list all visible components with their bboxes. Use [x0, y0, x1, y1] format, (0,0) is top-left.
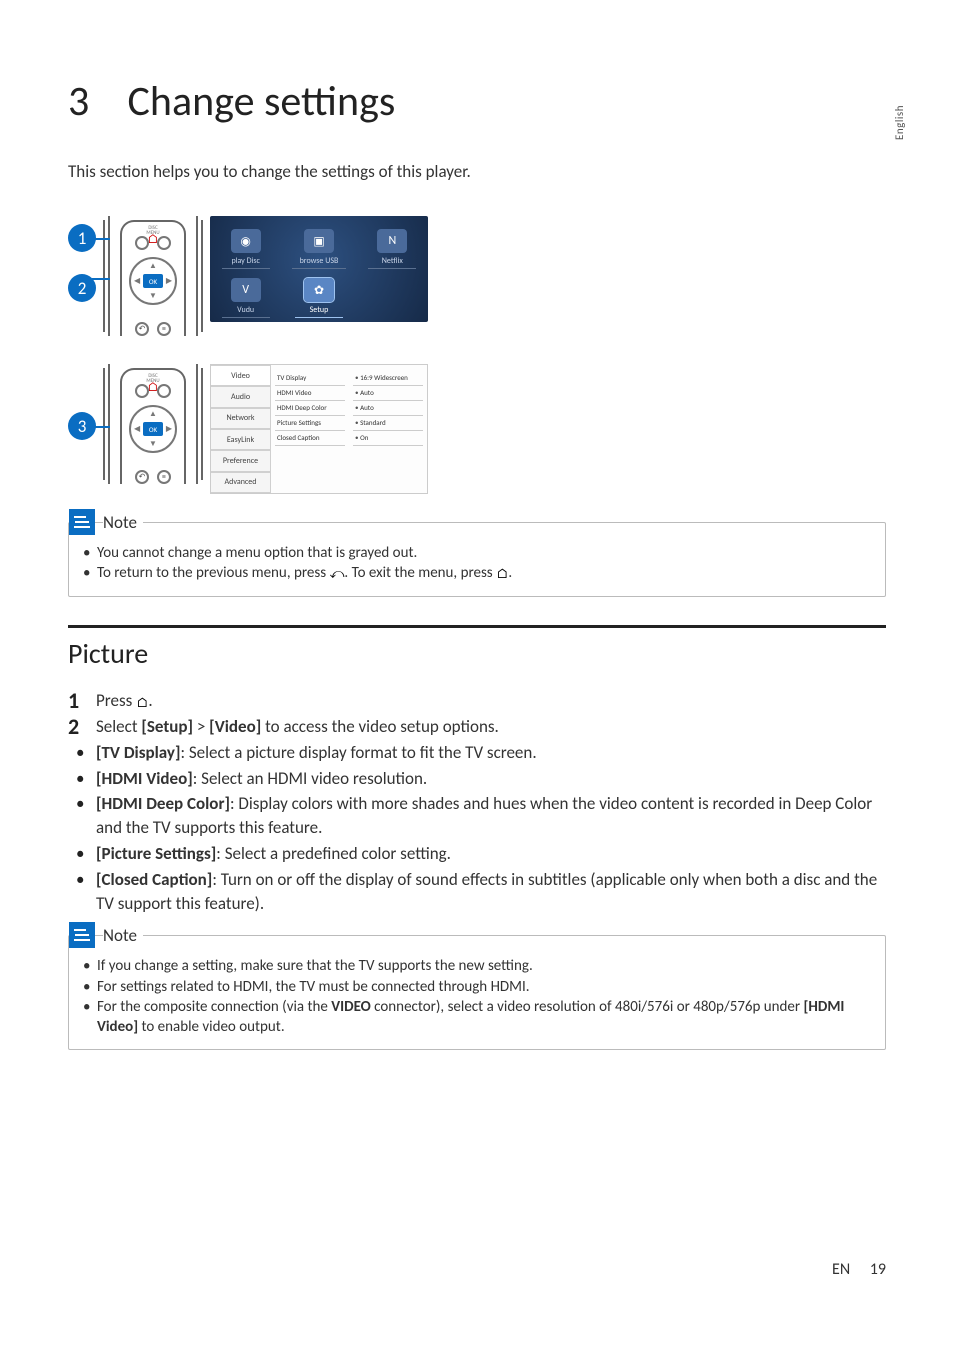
home-icon: ⌂ — [496, 565, 508, 582]
note-item: To return to the previous menu, press ⤺.… — [83, 563, 871, 584]
options-icon: ≡ — [157, 322, 171, 336]
settings-option: HDMI Deep Color — [275, 401, 345, 416]
step-item: [HDMI Deep Color]: Display colors with m… — [68, 792, 886, 840]
settings-option: HDMI Video — [275, 386, 345, 401]
remote-diagram: DISCMENU ⌂ ↶ ≡ ▲ ▼ ◀ ▶ — [108, 216, 198, 336]
settings-tab-audio: Audio — [211, 386, 271, 407]
section-title-picture: Picture — [68, 636, 886, 671]
settings-value: 16:9 Widescreen — [353, 371, 423, 386]
figure-step-3: 3 DISCMENU ⌂ ↶ ≡ ▲ ▼ ◀ ▶ VideoAudioNetwo… — [68, 364, 886, 494]
figure-steps-1-2: 1 2 DISCMENU ⌂ ↶ ≡ ▲ ▼ ◀ ▶ ◉play Disc▣b — [68, 216, 886, 336]
home-icon: ⌂ — [136, 694, 148, 711]
note-item: You cannot change a menu option that is … — [83, 543, 871, 563]
note-item: For settings related to HDMI, the TV mus… — [83, 977, 871, 997]
chapter-title: Change settings — [128, 76, 396, 127]
chapter-heading: 3 Change settings — [68, 76, 886, 127]
back-icon: ↶ — [135, 322, 149, 336]
note-box-2: Note If you change a setting, make sure … — [68, 935, 886, 1050]
step-item: [HDMI Video]: Select an HDMI video resol… — [68, 767, 886, 791]
page-footer: EN 19 — [832, 1260, 886, 1279]
step-item: 1Press ⌂. — [68, 689, 886, 713]
settings-screen: VideoAudioNetworkEasyLinkPreferenceAdvan… — [210, 364, 428, 494]
settings-tab-easylink: EasyLink — [211, 429, 271, 450]
settings-option: Picture Settings — [275, 416, 345, 431]
settings-option: Closed Caption — [275, 431, 345, 446]
settings-value: On — [353, 431, 423, 446]
home-tile-vudu: VVudu — [216, 278, 275, 318]
note-title: Note — [103, 512, 143, 533]
settings-tab-advanced: Advanced — [211, 472, 271, 493]
step-item: 2Select [Setup] > [Video] to access the … — [68, 715, 886, 739]
note-box-1: Note You cannot change a menu option tha… — [68, 522, 886, 597]
note-icon — [69, 922, 95, 948]
intro-text: This section helps you to change the set… — [68, 161, 886, 182]
language-tab: English — [893, 105, 906, 140]
settings-value: Auto — [353, 401, 423, 416]
footer-page: 19 — [870, 1260, 886, 1279]
note-item: If you change a setting, make sure that … — [83, 956, 871, 976]
step-item: [Closed Caption]: Turn on or off the dis… — [68, 868, 886, 916]
step-item: [TV Display]: Select a picture display f… — [68, 741, 886, 765]
home-tile-play-disc: ◉play Disc — [216, 229, 275, 269]
step-item: [Picture Settings]: Select a predefined … — [68, 842, 886, 866]
home-tile-browse-usb: ▣browse USB — [289, 229, 348, 269]
settings-tab-preference: Preference — [211, 450, 271, 471]
home-screen: ◉play Disc ▣browse USB NNetflix VVudu ✿Setup — [210, 216, 428, 322]
note-icon — [69, 509, 95, 535]
note-title: Note — [103, 925, 143, 946]
home-tile-setup: ✿Setup — [289, 278, 348, 318]
settings-value: Auto — [353, 386, 423, 401]
chapter-number: 3 — [68, 76, 118, 127]
settings-tab-video: Video — [211, 365, 271, 386]
footer-lang: EN — [832, 1260, 850, 1279]
remote-diagram-2: DISCMENU ⌂ ↶ ≡ ▲ ▼ ◀ ▶ — [108, 364, 198, 484]
note-item: For the composite connection (via the VI… — [83, 997, 871, 1038]
home-tile-netflix: NNetflix — [363, 229, 422, 269]
back-icon: ⤺ — [329, 565, 344, 582]
settings-value: Standard — [353, 416, 423, 431]
picture-steps-list: 1Press ⌂.2Select [Setup] > [Video] to ac… — [68, 689, 886, 915]
settings-option: TV Display — [275, 371, 345, 386]
settings-tab-network: Network — [211, 408, 271, 429]
